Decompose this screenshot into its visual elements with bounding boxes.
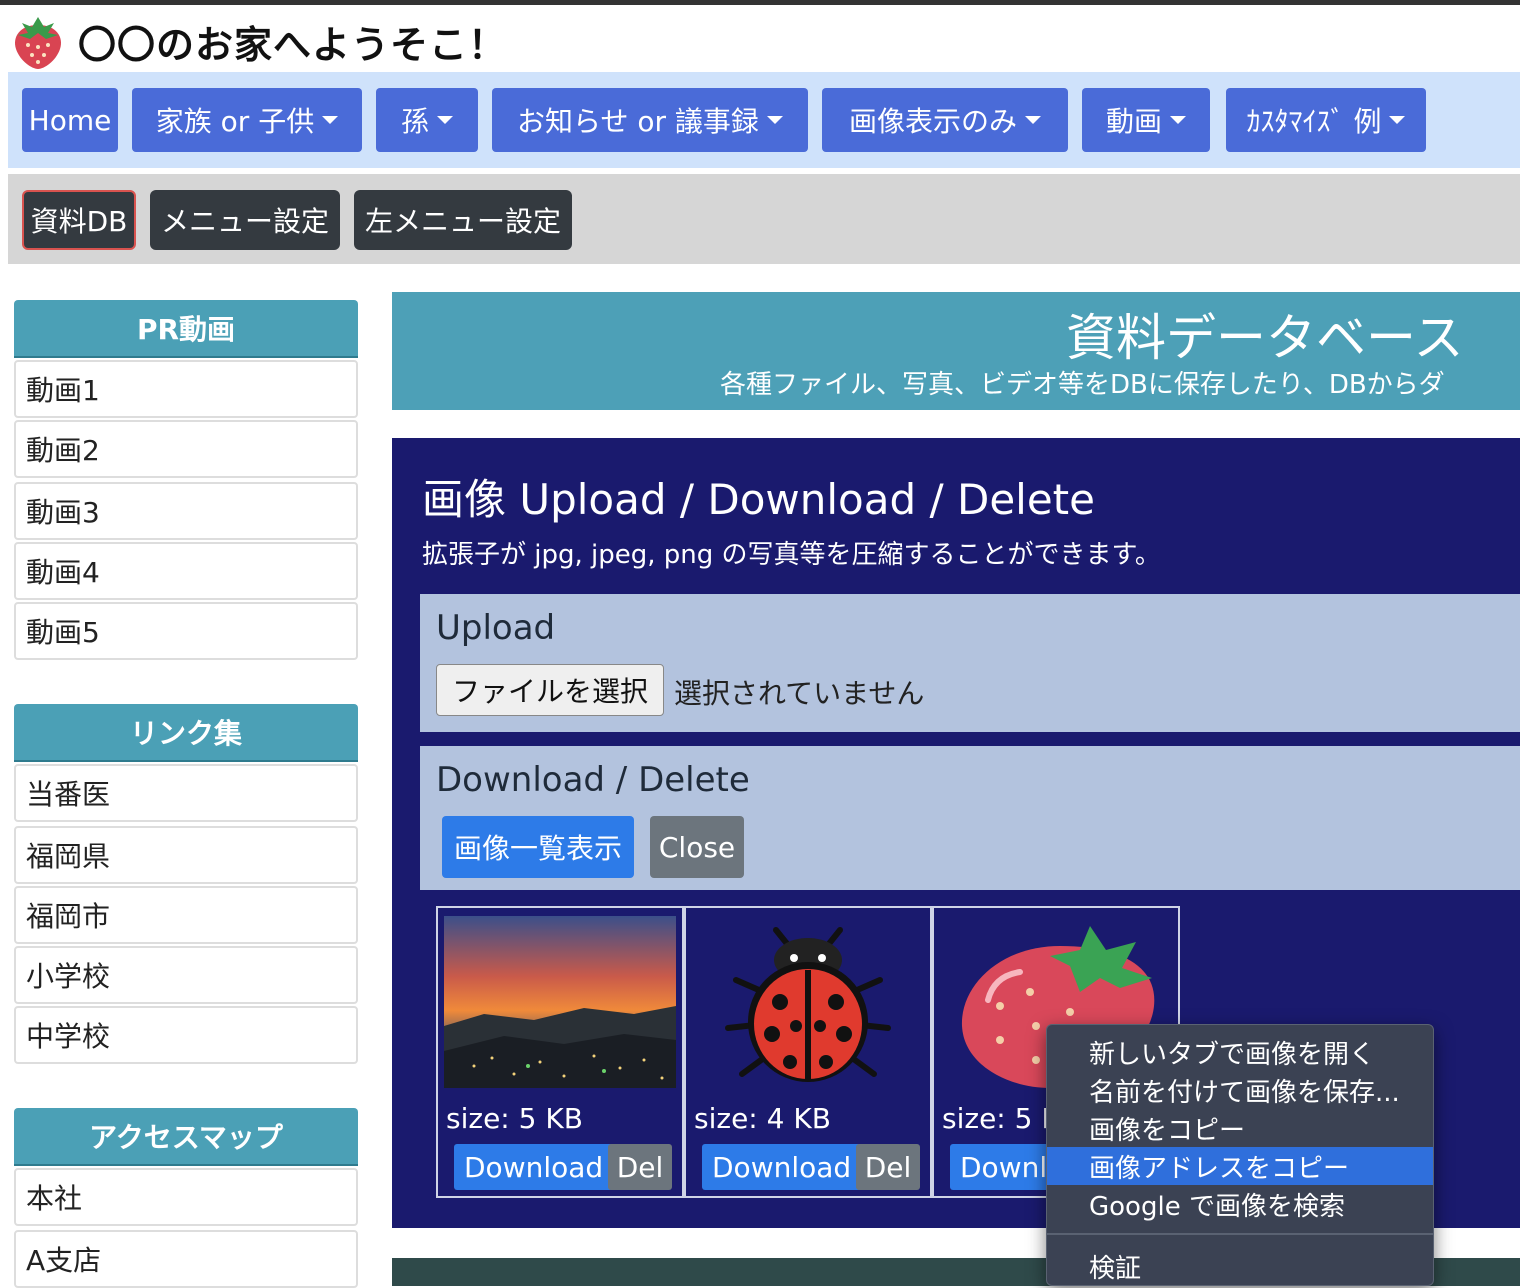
caret-down-icon — [1170, 116, 1186, 124]
nav-grandchild-dropdown[interactable]: 孫 — [376, 88, 478, 152]
sidebar-item-link-4[interactable]: 小学校 — [14, 946, 358, 1004]
strawberry-icon — [14, 17, 62, 69]
nav-left-menu-settings[interactable]: 左メニュー設定 — [354, 190, 572, 250]
nav-left-menu-settings-label: 左メニュー設定 — [364, 205, 561, 238]
nav-home[interactable]: Home — [22, 88, 118, 152]
sidebar-item-video-2[interactable]: 動画2 — [14, 420, 358, 478]
list-images-button[interactable]: 画像一覧表示 — [442, 816, 634, 878]
nav-menu-settings[interactable]: メニュー設定 — [150, 190, 340, 250]
delete-button[interactable]: Del — [608, 1144, 672, 1190]
download-card: Download / Delete 画像一覧表示 Close — [420, 746, 1520, 890]
sidebar-item-access-1[interactable]: 本社 — [14, 1168, 358, 1226]
nav-menu-settings-label: メニュー設定 — [160, 205, 329, 238]
ladybug-image-thumbnail[interactable] — [692, 916, 924, 1088]
main-navbar: Home 家族 or 子供 孫 お知らせ or 議事録 画像表示のみ 動画 ｶｽ… — [8, 72, 1520, 168]
page-banner: 資料データベース 各種ファイル、写真、ビデオ等をDBに保存したり、DBからダ — [392, 292, 1520, 410]
menu-separator — [1047, 1233, 1433, 1235]
nav-news-label: お知らせ or 議事録 — [517, 105, 759, 138]
sidebar-item-video-1[interactable]: 動画1 — [14, 360, 358, 418]
download-button[interactable]: Download — [702, 1144, 862, 1190]
close-button[interactable]: Close — [650, 816, 744, 878]
nav-resource-db-label: 資料DB — [30, 205, 128, 238]
menu-item-inspect[interactable]: 検証 — [1047, 1247, 1433, 1285]
caret-down-icon — [1025, 116, 1041, 124]
panel-title: 画像 Upload / Download / Delete — [422, 475, 1095, 524]
caret-down-icon — [766, 116, 783, 124]
nav-video-label: 動画 — [1105, 105, 1162, 138]
site-title: 〇〇のお家へようそこ！ — [78, 22, 508, 67]
sidebar-item-link-2[interactable]: 福岡県 — [14, 826, 358, 884]
nav-resource-db[interactable]: 資料DB — [22, 190, 136, 250]
sidebar-heading-videos: PR動画 — [14, 300, 358, 358]
caret-down-icon — [1389, 116, 1406, 124]
sidebar-item-access-2[interactable]: A支店 — [14, 1230, 358, 1288]
nav-images-dropdown[interactable]: 画像表示のみ — [822, 88, 1068, 152]
menu-item-copy-image-address[interactable]: 画像アドレスをコピー — [1047, 1147, 1433, 1185]
page-subtitle: 各種ファイル、写真、ビデオ等をDBに保存したり、DBからダ — [720, 370, 1445, 400]
window-top-border — [0, 0, 1520, 5]
nav-news-dropdown[interactable]: お知らせ or 議事録 — [492, 88, 808, 152]
nav-grandchild-label: 孫 — [400, 105, 429, 138]
sidebar-item-link-5[interactable]: 中学校 — [14, 1006, 358, 1064]
menu-item-open-image-new-tab[interactable]: 新しいタブで画像を開く — [1047, 1033, 1433, 1071]
image-size: size: 4 KB — [694, 1102, 831, 1135]
nav-custom-dropdown[interactable]: ｶｽﾀﾏｲｽﾞ 例 — [1226, 88, 1426, 152]
context-menu: 新しいタブで画像を開く 名前を付けて画像を保存... 画像をコピー 画像アドレス… — [1046, 1024, 1434, 1286]
file-select-button[interactable]: ファイルを選択 — [436, 664, 664, 716]
caret-down-icon — [322, 116, 339, 124]
site-header: 〇〇のお家へようそこ！ — [8, 12, 507, 70]
nav-family-label: 家族 or 子供 — [155, 105, 315, 138]
sunset-photo-thumbnail[interactable] — [444, 916, 676, 1088]
sidebar-item-video-5[interactable]: 動画5 — [14, 602, 358, 660]
image-size: size: 5 K — [942, 1102, 1060, 1135]
download-button[interactable]: Download — [454, 1144, 614, 1190]
sidebar-heading-access: アクセスマップ — [14, 1108, 358, 1166]
nav-family-dropdown[interactable]: 家族 or 子供 — [132, 88, 362, 152]
nav-home-label: Home — [28, 103, 112, 137]
download-heading: Download / Delete — [436, 760, 750, 800]
file-status: 選択されていません — [674, 677, 925, 710]
admin-navbar: 資料DB メニュー設定 左メニュー設定 — [8, 174, 1520, 264]
sidebar-item-link-3[interactable]: 福岡市 — [14, 886, 358, 944]
sidebar-item-video-4[interactable]: 動画4 — [14, 542, 358, 600]
page-title: 資料データベース — [1066, 309, 1464, 367]
delete-button[interactable]: Del — [856, 1144, 920, 1190]
image-size: size: 5 KB — [446, 1102, 583, 1135]
download-button[interactable]: Downl — [950, 1144, 1058, 1190]
nav-images-label: 画像表示のみ — [848, 105, 1017, 138]
image-tile: size: 5 KB Download Del — [436, 906, 684, 1198]
nav-custom-label: ｶｽﾀﾏｲｽﾞ 例 — [1246, 105, 1382, 138]
upload-heading: Upload — [436, 608, 556, 648]
caret-down-icon — [437, 116, 453, 124]
image-tile: size: 4 KB Download Del — [684, 906, 932, 1198]
upload-card: Upload ファイルを選択 選択されていません — [420, 594, 1520, 732]
menu-item-search-google[interactable]: Google で画像を検索 — [1047, 1185, 1433, 1223]
menu-item-copy-image[interactable]: 画像をコピー — [1047, 1109, 1433, 1147]
sidebar-item-link-1[interactable]: 当番医 — [14, 764, 358, 822]
nav-video-dropdown[interactable]: 動画 — [1082, 88, 1210, 152]
sidebar-heading-links: リンク集 — [14, 704, 358, 762]
menu-item-save-image-as[interactable]: 名前を付けて画像を保存... — [1047, 1071, 1433, 1109]
sidebar-item-video-3[interactable]: 動画3 — [14, 482, 358, 540]
panel-subtitle: 拡張子が jpg, jpeg, png の写真等を圧縮することができます。 — [422, 540, 1161, 570]
